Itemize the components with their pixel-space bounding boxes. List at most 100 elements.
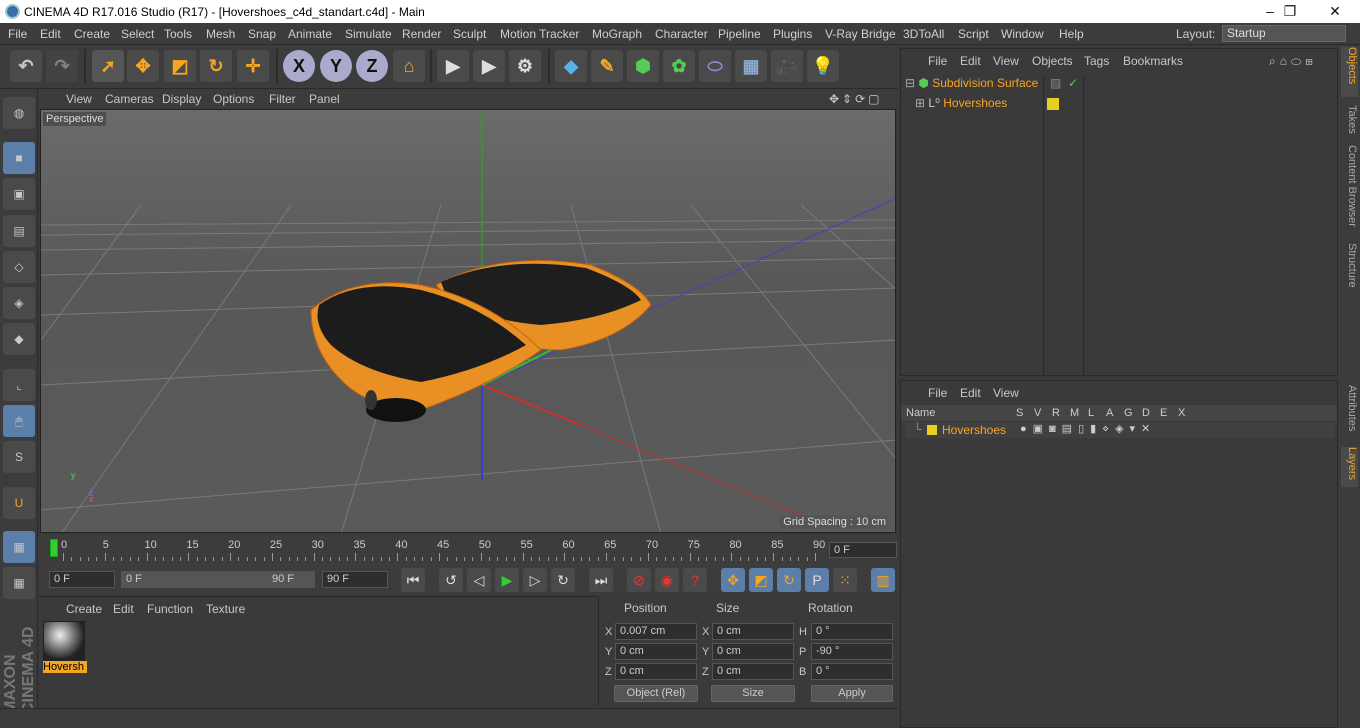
- key-parameter-icon[interactable]: P: [805, 568, 829, 592]
- rotation-p-field[interactable]: -90 °: [811, 643, 893, 660]
- object-row-hovershoes[interactable]: ⊞ L⁰ Hovershoes: [915, 96, 1345, 114]
- polygons-mode-icon[interactable]: ◆: [3, 323, 35, 355]
- tab-takes[interactable]: Takes: [1341, 105, 1358, 140]
- texture-mode-icon[interactable]: ▣: [3, 178, 35, 210]
- expand-icon[interactable]: ⊞: [915, 96, 925, 110]
- scale-icon[interactable]: ◩: [164, 50, 196, 82]
- column-manager[interactable]: M: [1070, 407, 1079, 419]
- keyframe-selection-icon[interactable]: ?: [683, 568, 707, 592]
- move-icon[interactable]: ✥: [127, 50, 159, 82]
- column-deformers[interactable]: D: [1142, 407, 1150, 419]
- play-icon[interactable]: ▶: [495, 568, 519, 592]
- cube-primitive-icon[interactable]: ◆: [555, 50, 587, 82]
- column-render[interactable]: R: [1052, 407, 1060, 419]
- auto-keying-icon[interactable]: ◉: [655, 568, 679, 592]
- timeline-playhead[interactable]: [50, 539, 58, 557]
- deformer-icon[interactable]: ⬭: [699, 50, 731, 82]
- timeline-ruler[interactable]: 0 5 10 15 20 25 30 35 40 45 50 55 60 65 70 75 80 85 90: [47, 539, 825, 561]
- viewport-menu-options[interactable]: Options: [213, 92, 254, 106]
- redo-icon[interactable]: ↷: [46, 50, 78, 82]
- render-picture-viewer-icon[interactable]: ▶: [473, 50, 505, 82]
- viewport-menu-cameras[interactable]: Cameras: [105, 92, 154, 106]
- objects-menu-file[interactable]: File: [928, 54, 947, 68]
- next-key-icon[interactable]: ↻: [551, 568, 575, 592]
- layer-row-hovershoes[interactable]: └ Hovershoes ●▣◙▤▯▮⋄◈▾✕: [905, 422, 1335, 438]
- material-menu-edit[interactable]: Edit: [113, 602, 134, 616]
- tab-content-browser[interactable]: Content Browser: [1341, 145, 1358, 235]
- expand-icon[interactable]: ⊟: [905, 76, 915, 90]
- viewport-perspective[interactable]: Perspective y z x Grid Spacing : 10 cm: [40, 109, 896, 533]
- menu-3dtoall[interactable]: 3DToAll: [903, 27, 944, 41]
- viewport-nav-icons[interactable]: ✥⇕⟳▢: [829, 92, 883, 106]
- object-name[interactable]: Subdivision Surface: [932, 76, 1038, 90]
- objects-search-icon[interactable]: ⌕⌂⬭⊞: [1269, 54, 1317, 69]
- layers-menu-edit[interactable]: Edit: [960, 386, 981, 400]
- column-animation[interactable]: A: [1106, 407, 1113, 419]
- material-menu-function[interactable]: Function: [147, 602, 193, 616]
- layers-menu-file[interactable]: File: [928, 386, 947, 400]
- menu-file[interactable]: File: [8, 27, 27, 41]
- size-mode-dropdown[interactable]: Size: [711, 685, 795, 702]
- menu-help[interactable]: Help: [1059, 27, 1084, 41]
- menu-mesh[interactable]: Mesh: [206, 27, 235, 41]
- edges-mode-icon[interactable]: ◈: [3, 287, 35, 319]
- workplane-align-icon[interactable]: ▦: [3, 567, 35, 599]
- previous-frame-icon[interactable]: ◁: [467, 568, 491, 592]
- size-y-field[interactable]: 0 cm: [712, 643, 794, 660]
- column-view[interactable]: V: [1034, 407, 1041, 419]
- objects-menu-tags[interactable]: Tags: [1084, 54, 1109, 68]
- material-swatch[interactable]: Hoversh: [43, 621, 87, 673]
- column-expressions[interactable]: E: [1160, 407, 1167, 419]
- x-axis-lock-button[interactable]: X: [283, 50, 315, 82]
- viewport-menu-view[interactable]: View: [66, 92, 92, 106]
- layers-menu-view[interactable]: View: [993, 386, 1019, 400]
- menu-script[interactable]: Script: [958, 27, 989, 41]
- objects-menu-objects[interactable]: Objects: [1032, 54, 1073, 68]
- menu-tools[interactable]: Tools: [164, 27, 192, 41]
- viewport-menu-display[interactable]: Display: [162, 92, 201, 106]
- layer-toggle-icons[interactable]: ●▣◙▤▯▮⋄◈▾✕: [1020, 422, 1156, 435]
- layer-color-swatch[interactable]: [927, 425, 937, 435]
- menu-select[interactable]: Select: [121, 27, 154, 41]
- menu-motion-tracker[interactable]: Motion Tracker: [500, 27, 579, 41]
- layout-dropdown[interactable]: Startup: [1222, 25, 1346, 42]
- render-view-icon[interactable]: ▶: [437, 50, 469, 82]
- camera-icon[interactable]: 🎥: [771, 50, 803, 82]
- floor-icon[interactable]: ▦: [735, 50, 767, 82]
- maximize-button[interactable]: ❐: [1270, 2, 1310, 21]
- menu-mograph[interactable]: MoGraph: [592, 27, 642, 41]
- coordinate-system-icon[interactable]: ⌂: [393, 50, 425, 82]
- position-x-field[interactable]: 0.007 cm: [615, 623, 697, 640]
- rotation-h-field[interactable]: 0 °: [811, 623, 893, 640]
- key-scale-icon[interactable]: ◩: [749, 568, 773, 592]
- tweak-mode-icon[interactable]: 🖱: [3, 405, 35, 437]
- coordinate-mode-dropdown[interactable]: Object (Rel): [614, 685, 698, 702]
- magnet-icon[interactable]: U: [3, 487, 35, 519]
- rotate-icon[interactable]: ↻: [200, 50, 232, 82]
- z-axis-lock-button[interactable]: Z: [356, 50, 388, 82]
- visibility-toggle-icon[interactable]: ▨: [1050, 76, 1061, 90]
- workplane-icon[interactable]: ▤: [3, 215, 35, 247]
- make-editable-icon[interactable]: ◍: [3, 97, 35, 129]
- start-frame-field[interactable]: 0 F: [49, 571, 115, 588]
- menu-edit[interactable]: Edit: [40, 27, 61, 41]
- column-locked[interactable]: L: [1088, 407, 1094, 419]
- size-x-field[interactable]: 0 cm: [712, 623, 794, 640]
- live-selection-icon[interactable]: ✛: [237, 50, 269, 82]
- material-menu-create[interactable]: Create: [66, 602, 102, 616]
- size-z-field[interactable]: 0 cm: [712, 663, 794, 680]
- menu-sculpt[interactable]: Sculpt: [453, 27, 486, 41]
- current-frame-field[interactable]: 0 F: [829, 542, 897, 558]
- menu-window[interactable]: Window: [1001, 27, 1044, 41]
- key-pla-icon[interactable]: ⁙: [833, 568, 857, 592]
- apply-button[interactable]: Apply: [811, 685, 893, 702]
- close-button[interactable]: ✕: [1315, 2, 1355, 21]
- menu-character[interactable]: Character: [655, 27, 708, 41]
- layer-name[interactable]: Hovershoes: [942, 423, 1006, 437]
- menu-animate[interactable]: Animate: [288, 27, 332, 41]
- column-solo[interactable]: S: [1016, 407, 1023, 419]
- y-axis-lock-button[interactable]: Y: [320, 50, 352, 82]
- undo-icon[interactable]: ↶: [10, 50, 42, 82]
- key-position-icon[interactable]: ✥: [721, 568, 745, 592]
- menu-create[interactable]: Create: [74, 27, 110, 41]
